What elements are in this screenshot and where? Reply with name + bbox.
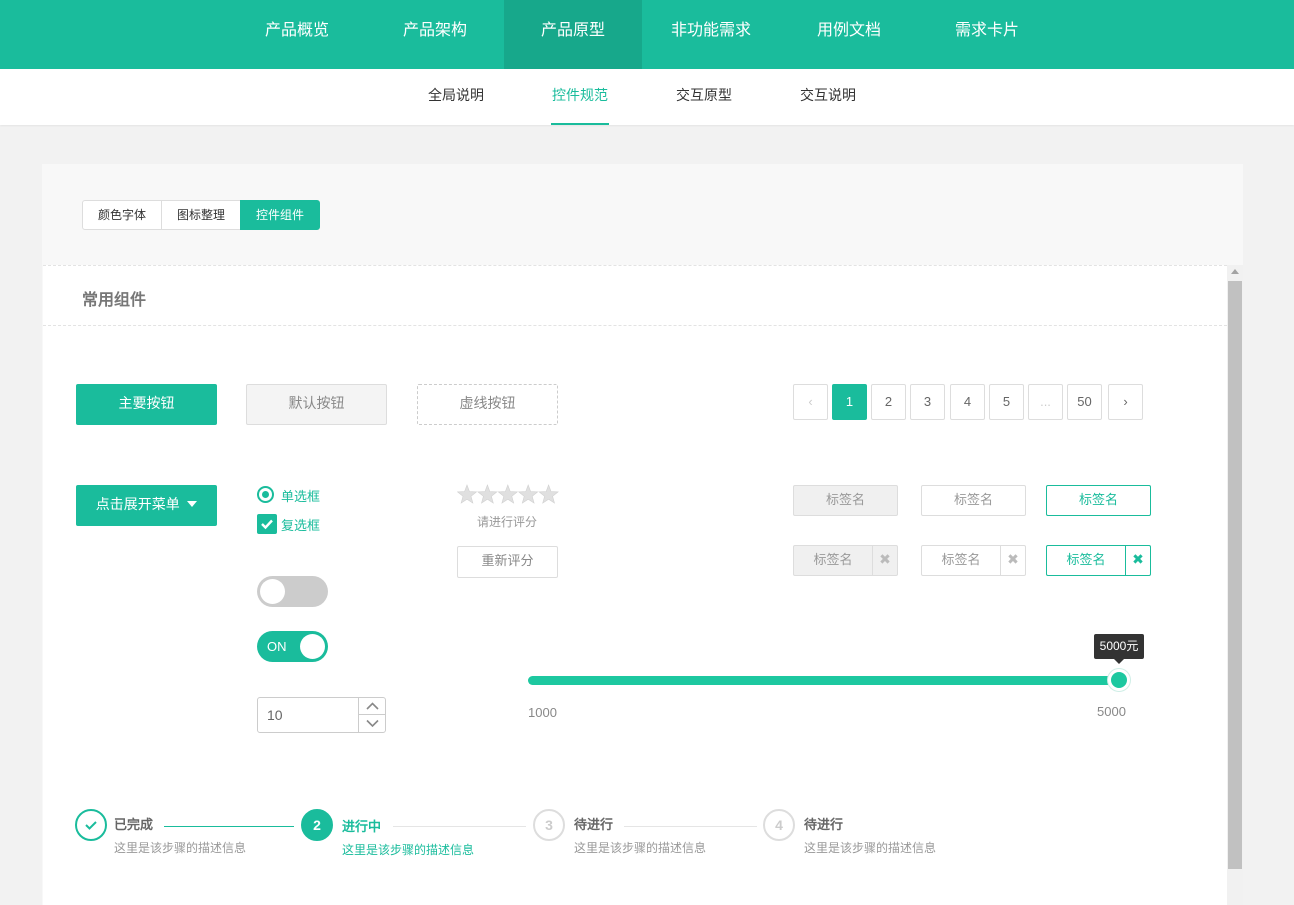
step-connector: [393, 826, 526, 827]
rating-prompt: 请进行评分: [476, 515, 537, 529]
step-3-desc: 这里是该步骤的描述信息: [574, 841, 707, 855]
radio-button[interactable]: [257, 486, 274, 503]
step-1-circle: [75, 809, 107, 841]
topnav-item-nonfunctional[interactable]: 非功能需求: [656, 0, 766, 69]
subnav-item-control-spec[interactable]: 控件规范: [551, 69, 609, 125]
star-icon[interactable]: [497, 484, 519, 504]
components-panel: 常用组件: [43, 265, 1227, 905]
toggle-knob: [260, 579, 285, 604]
tag-white[interactable]: 标签名: [921, 485, 1026, 516]
step-4-title: 待进行: [804, 818, 844, 833]
toggle-on-label: ON: [267, 639, 287, 654]
closable-tag-green: 标签名 ✖: [1046, 545, 1151, 576]
toggle-switch-on[interactable]: ON: [257, 631, 328, 662]
top-navigation: 产品概览 产品架构 产品原型 非功能需求 用例文档 需求卡片: [0, 0, 1294, 69]
toggle-knob: [300, 634, 325, 659]
topnav-item-use-case-docs[interactable]: 用例文档: [794, 0, 904, 69]
pagination-ellipsis: ...: [1028, 384, 1063, 420]
step-3-circle: 3: [533, 809, 565, 841]
chevron-left-icon: ‹: [808, 394, 813, 409]
slider-max-label: 5000: [1097, 704, 1126, 719]
subnav-item-interaction-prototype[interactable]: 交互原型: [674, 69, 734, 125]
tag-label: 标签名: [1066, 553, 1106, 568]
scroll-up-icon[interactable]: [1231, 269, 1239, 274]
slider-track[interactable]: [528, 676, 1119, 685]
check-icon: [261, 519, 273, 530]
star-icons[interactable]: [456, 484, 559, 506]
closable-tag-white: 标签名 ✖: [921, 545, 1026, 576]
chevron-down-icon: [366, 719, 379, 728]
step-connector: [624, 826, 757, 827]
scroll-thumb[interactable]: [1228, 281, 1242, 869]
step-2-desc: 这里是该步骤的描述信息: [342, 843, 475, 857]
dropdown-menu-button[interactable]: 点击展开菜单: [76, 485, 217, 526]
content-card: 颜色字体 图标整理 控件组件 常用组件: [42, 164, 1243, 905]
pagination-prev[interactable]: ‹: [793, 384, 828, 420]
pagination-next[interactable]: ›: [1108, 384, 1143, 420]
tab-components[interactable]: 控件组件: [240, 200, 320, 230]
step-4-desc: 这里是该步骤的描述信息: [804, 841, 937, 855]
topnav-item-product-overview[interactable]: 产品概览: [242, 0, 352, 69]
step-2-circle: 2: [301, 809, 333, 841]
star-icon[interactable]: [517, 484, 539, 504]
reset-rating-button[interactable]: 重新评分: [457, 546, 558, 578]
star-icon[interactable]: [538, 484, 559, 504]
tag-label: 标签名: [813, 553, 853, 568]
tab-color-font[interactable]: 颜色字体: [82, 200, 162, 230]
pagination-page[interactable]: 50: [1067, 384, 1102, 420]
step-connector: [164, 826, 294, 827]
stepper-increment[interactable]: [359, 698, 386, 715]
checkbox-label: 复选框: [281, 519, 321, 534]
caret-down-icon: [187, 501, 198, 507]
step-4-circle: 4: [763, 809, 795, 841]
topnav-item-requirement-cards[interactable]: 需求卡片: [932, 0, 1042, 69]
close-icon[interactable]: ✖: [872, 546, 897, 575]
slider-tooltip: 5000元: [1094, 634, 1144, 664]
pagination-page[interactable]: 1: [832, 384, 867, 420]
chevron-right-icon: ›: [1123, 394, 1128, 409]
step-1-title: 已完成: [114, 818, 154, 833]
number-stepper: [257, 697, 386, 733]
number-stepper-input[interactable]: [258, 698, 358, 732]
checkbox[interactable]: [257, 514, 277, 534]
radio-label: 单选框: [281, 490, 321, 505]
tag-green[interactable]: 标签名: [1046, 485, 1151, 516]
scrollbar[interactable]: [1227, 265, 1243, 905]
sub-navigation: 全局说明 控件规范 交互原型 交互说明: [0, 69, 1294, 125]
section-title: 常用组件: [82, 290, 147, 309]
star-icon[interactable]: [456, 484, 478, 504]
close-icon[interactable]: ✖: [1125, 546, 1150, 575]
star-icon[interactable]: [477, 484, 498, 504]
slider-min-label: 1000: [528, 705, 557, 720]
topnav-item-product-prototype[interactable]: 产品原型: [504, 0, 642, 69]
dashed-button[interactable]: 虚线按钮: [417, 384, 558, 425]
tab-icons[interactable]: 图标整理: [161, 200, 241, 230]
tag-gray[interactable]: 标签名: [793, 485, 898, 516]
closable-tag-gray: 标签名 ✖: [793, 545, 898, 576]
default-button[interactable]: 默认按钮: [246, 384, 387, 425]
pagination-page[interactable]: 2: [871, 384, 906, 420]
subnav-item-global[interactable]: 全局说明: [426, 69, 486, 125]
dropdown-label: 点击展开菜单: [95, 497, 180, 513]
primary-button[interactable]: 主要按钮: [76, 384, 217, 425]
pagination-page[interactable]: 3: [910, 384, 945, 420]
star-rating[interactable]: [456, 484, 559, 506]
topnav-item-product-architecture[interactable]: 产品架构: [380, 0, 490, 69]
slider-handle[interactable]: [1108, 669, 1130, 691]
step-1-desc: 这里是该步骤的描述信息: [114, 841, 247, 855]
subnav-item-interaction-notes[interactable]: 交互说明: [798, 69, 858, 125]
stepper-arrows: [358, 698, 386, 732]
chevron-up-icon: [366, 702, 379, 710]
close-icon[interactable]: ✖: [1000, 546, 1025, 575]
pagination-page[interactable]: 5: [989, 384, 1024, 420]
pagination-page[interactable]: 4: [950, 384, 985, 420]
step-3-title: 待进行: [574, 818, 614, 833]
check-icon: [85, 821, 97, 830]
tag-label: 标签名: [941, 553, 981, 568]
stepper-decrement[interactable]: [359, 715, 386, 732]
toggle-switch-off[interactable]: [257, 576, 328, 607]
step-2-title: 进行中: [342, 820, 382, 835]
divider: [43, 325, 1227, 326]
